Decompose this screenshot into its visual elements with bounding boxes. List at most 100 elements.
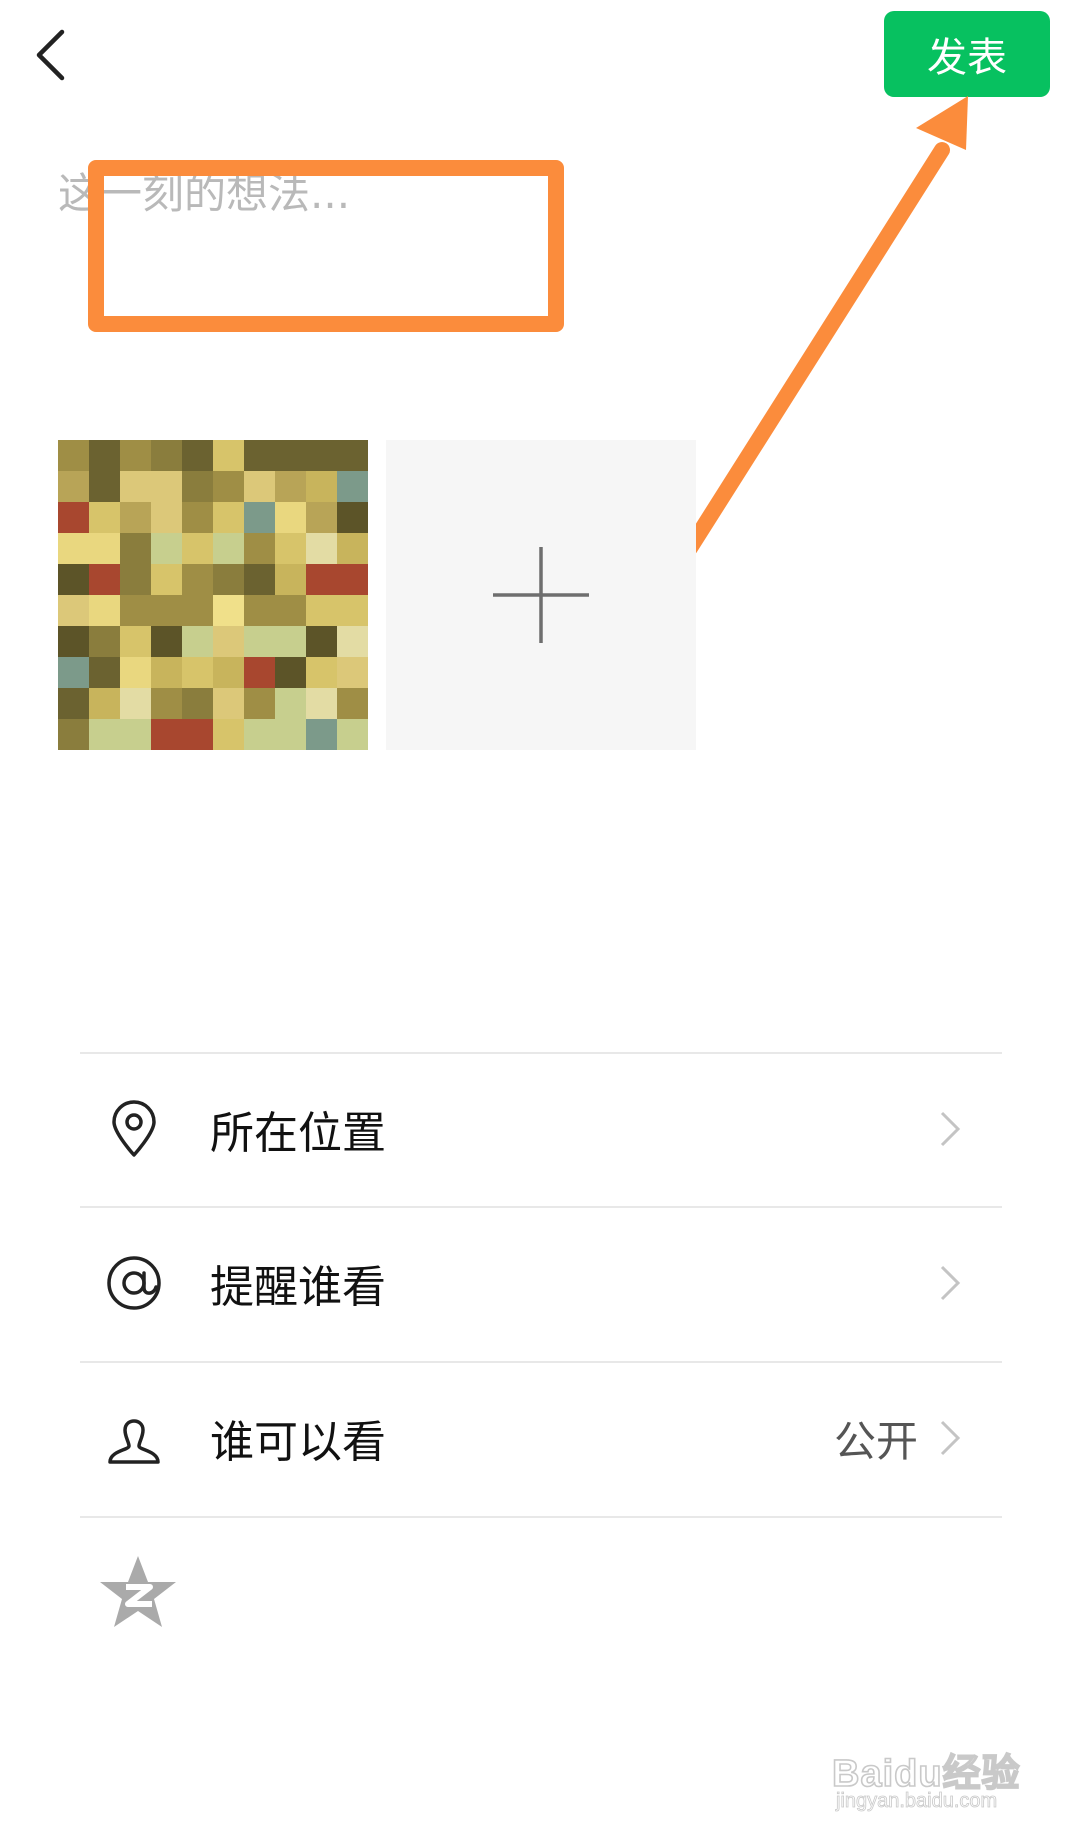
mosaic-tile: [89, 471, 120, 502]
mosaic-tile: [182, 657, 213, 688]
mosaic-tile: [182, 719, 213, 750]
at-sign-icon: [106, 1255, 162, 1311]
add-photo-button[interactable]: [386, 440, 696, 750]
mosaic-tile: [244, 688, 275, 719]
mosaic-tile: [275, 626, 306, 657]
mosaic-tile: [182, 502, 213, 533]
selected-photo-thumbnail[interactable]: [58, 440, 368, 750]
mention-row[interactable]: 提醒谁看: [80, 1208, 1002, 1358]
mosaic-tile: [306, 471, 337, 502]
mosaic-tile: [244, 471, 275, 502]
mosaic-tile: [89, 564, 120, 595]
mosaic-tile: [58, 502, 89, 533]
watermark-url: jingyan.baidu.com: [836, 1790, 998, 1813]
mosaic-tile: [337, 657, 368, 688]
mosaic-tile: [120, 564, 151, 595]
mosaic-tile: [337, 688, 368, 719]
mosaic-tile: [213, 626, 244, 657]
mosaic-tile: [275, 595, 306, 626]
chevron-right-icon: [938, 1263, 962, 1303]
mosaic-tile: [58, 471, 89, 502]
mosaic-tile: [182, 533, 213, 564]
mosaic-tile: [89, 626, 120, 657]
mention-label: 提醒谁看: [210, 1262, 386, 1313]
chevron-right-icon: [938, 1109, 962, 1149]
mosaic-tile: [244, 502, 275, 533]
mosaic-tile: [306, 657, 337, 688]
mosaic-tile: [120, 502, 151, 533]
plus-icon: [493, 547, 589, 643]
mosaic-tile: [213, 440, 244, 471]
mosaic-tile: [58, 688, 89, 719]
mosaic-tile: [337, 533, 368, 564]
mosaic-tile: [275, 719, 306, 750]
mosaic-tile: [120, 626, 151, 657]
mosaic-tile: [337, 626, 368, 657]
mosaic-tile: [306, 688, 337, 719]
mosaic-tile: [337, 471, 368, 502]
mosaic-tile: [151, 626, 182, 657]
mosaic-tile: [306, 440, 337, 471]
thought-input[interactable]: [58, 160, 1018, 280]
mosaic-tile: [89, 595, 120, 626]
mosaic-tile: [306, 533, 337, 564]
qzone-star-icon: [100, 1556, 176, 1627]
back-button[interactable]: [20, 22, 80, 88]
divider: [80, 1516, 1002, 1518]
mosaic-tile: [275, 657, 306, 688]
mosaic-tile: [275, 564, 306, 595]
mosaic-tile: [89, 440, 120, 471]
mosaic-tile: [120, 533, 151, 564]
mosaic-tile: [58, 440, 89, 471]
mosaic-tile: [58, 595, 89, 626]
location-label: 所在位置: [210, 1108, 386, 1159]
mosaic-tile: [213, 471, 244, 502]
visibility-label: 谁可以看: [210, 1417, 386, 1468]
mosaic-tile: [244, 440, 275, 471]
location-row[interactable]: 所在位置: [80, 1054, 1002, 1204]
publish-button[interactable]: 发表: [884, 11, 1050, 97]
mosaic-tile: [244, 719, 275, 750]
mosaic-tile: [89, 719, 120, 750]
mosaic-tile: [151, 502, 182, 533]
mosaic-tile: [58, 564, 89, 595]
mosaic-tile: [275, 471, 306, 502]
visibility-value: 公开: [833, 1416, 918, 1466]
mosaic-tile: [244, 657, 275, 688]
mosaic-tile: [213, 564, 244, 595]
mosaic-tile: [182, 595, 213, 626]
mosaic-tile: [89, 657, 120, 688]
mosaic-tile: [213, 688, 244, 719]
visibility-row[interactable]: 谁可以看 公开: [80, 1363, 1002, 1513]
chevron-left-icon: [36, 29, 65, 81]
mosaic-tile: [58, 719, 89, 750]
mosaic-tile: [213, 502, 244, 533]
mosaic-tile: [337, 564, 368, 595]
mosaic-tile: [244, 564, 275, 595]
mosaic-tile: [337, 719, 368, 750]
mosaic-tile: [182, 626, 213, 657]
mosaic-tile: [244, 533, 275, 564]
mosaic-tile: [120, 440, 151, 471]
mosaic-tile: [89, 688, 120, 719]
mosaic-tile: [244, 626, 275, 657]
mosaic-tile: [213, 595, 244, 626]
qzone-share-toggle[interactable]: [94, 1548, 182, 1636]
mosaic-tile: [58, 657, 89, 688]
mosaic-tile: [58, 626, 89, 657]
mosaic-tile: [306, 595, 337, 626]
mosaic-tile: [120, 471, 151, 502]
mosaic-tile: [151, 688, 182, 719]
mosaic-tile: [306, 502, 337, 533]
mosaic-tile: [275, 440, 306, 471]
mosaic-tile: [182, 688, 213, 719]
baidu-jingyan-watermark: Baidu经验 jingyan.baidu.com: [831, 1742, 1042, 1820]
mosaic-tile: [337, 595, 368, 626]
mosaic-tile: [120, 657, 151, 688]
mosaic-tile: [89, 533, 120, 564]
mosaic-tile: [151, 657, 182, 688]
mosaic-tile: [182, 440, 213, 471]
mosaic-tile: [58, 533, 89, 564]
chevron-right-icon: [938, 1418, 962, 1458]
mosaic-tile: [275, 533, 306, 564]
